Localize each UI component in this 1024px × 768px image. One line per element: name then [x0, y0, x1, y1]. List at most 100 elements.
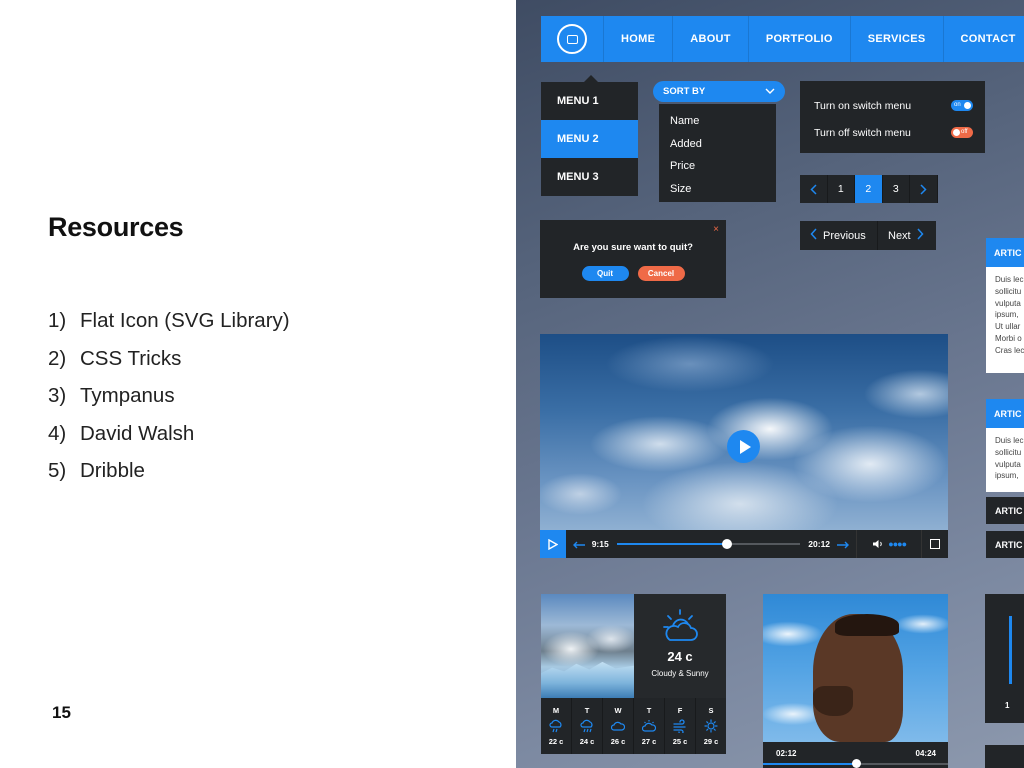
- quit-dialog: × Are you sure want to quit? Quit Cancel: [540, 220, 726, 298]
- sun-icon: [696, 719, 726, 735]
- chevron-right-icon: [920, 183, 927, 195]
- slide-title: Resources: [48, 212, 184, 242]
- seek-handle[interactable]: [721, 539, 732, 549]
- chevron-down-icon: [765, 86, 775, 97]
- cancel-button[interactable]: Cancel: [637, 266, 685, 281]
- nav-logo[interactable]: [541, 16, 603, 62]
- list-number: 1): [48, 309, 67, 332]
- sort-option-price[interactable]: Price: [659, 155, 776, 178]
- forecast-day-label: S: [708, 706, 714, 715]
- sort-by-select[interactable]: SORT BY: [653, 81, 785, 102]
- article-collapsed[interactable]: ARTIC: [986, 531, 1024, 558]
- sort-option-name[interactable]: Name: [659, 110, 776, 133]
- forecast-day[interactable]: W 26 c: [603, 698, 634, 754]
- seek-fill: [616, 543, 727, 545]
- forecast-day[interactable]: T 24 c: [572, 698, 603, 754]
- page-button-3[interactable]: 3: [882, 175, 910, 203]
- toggle-state: off: [961, 129, 968, 135]
- menu-item-2[interactable]: MENU 2: [541, 120, 638, 158]
- current-temperature: 24 c: [667, 649, 693, 664]
- quit-button[interactable]: Quit: [581, 266, 629, 281]
- page-next-button[interactable]: [910, 175, 938, 203]
- slider-label: 1: [985, 689, 1024, 723]
- resource-label: Tympanus: [80, 384, 175, 407]
- article-text: Morbi o: [995, 333, 1022, 343]
- sort-option-added[interactable]: Added: [659, 133, 776, 156]
- page-number: 15: [52, 703, 71, 722]
- music-controls: 02:12 04:24: [763, 742, 948, 768]
- dialog-question: Are you sure want to quit?: [573, 242, 693, 253]
- seek-fill: [763, 763, 856, 765]
- article-text: Cras lec: [995, 345, 1024, 355]
- video-player: 9:15 20:12 ●●●●: [540, 334, 948, 558]
- forecast-day[interactable]: S 29 c: [696, 698, 726, 754]
- switch-label: Turn off switch menu: [814, 126, 911, 139]
- chat-ring-icon: [557, 24, 587, 54]
- nav-item-about[interactable]: ABOUT: [672, 16, 748, 62]
- previous-label: Previous: [823, 229, 866, 242]
- article-text: sollicitu: [995, 447, 1022, 457]
- forecast-temp: 25 c: [672, 737, 688, 746]
- article-text: ipsum,: [995, 310, 1019, 320]
- nav-item-contact[interactable]: CONTACT: [942, 16, 1024, 62]
- music-seek-bar[interactable]: [763, 759, 948, 768]
- sort-by-label: SORT BY: [663, 86, 706, 97]
- sort-option-size[interactable]: Size: [659, 178, 776, 201]
- article-collapsed[interactable]: ARTIC: [986, 497, 1024, 524]
- forecast-row: M 22 c T 24 c W 26 c T 27 c F 25 c S 29 …: [541, 698, 726, 754]
- nav-item-services[interactable]: SERVICES: [849, 16, 943, 62]
- article-card: ARTIC Duis lec sollicitu vulputa ipsum,: [986, 399, 1024, 492]
- article-card: ARTIC Duis lec sollicitu vulputa ipsum, …: [986, 238, 1024, 373]
- vertical-slider[interactable]: [985, 594, 1024, 689]
- forecast-day[interactable]: M 22 c: [541, 698, 572, 754]
- list-item: 3) Tympanus: [48, 382, 290, 420]
- widget-block: [985, 745, 1024, 768]
- article-header[interactable]: ARTIC: [986, 238, 1024, 267]
- page-button-1[interactable]: 1: [827, 175, 855, 203]
- pagination: 1 2 3: [800, 175, 938, 203]
- nav-item-portfolio[interactable]: PORTFOLIO: [747, 16, 850, 62]
- volume-control[interactable]: ●●●●: [856, 530, 923, 558]
- article-text: sollicitu: [995, 286, 1022, 296]
- forward-icon[interactable]: [836, 537, 850, 552]
- toggle-switch-off[interactable]: off: [951, 127, 973, 138]
- menu-item-3[interactable]: MENU 3: [541, 158, 638, 196]
- page-button-2[interactable]: 2: [855, 175, 883, 203]
- nav-item-home[interactable]: HOME: [603, 16, 672, 62]
- previous-button[interactable]: Previous: [800, 221, 878, 250]
- article-header[interactable]: ARTIC: [986, 399, 1024, 428]
- current-time: 02:12: [776, 749, 797, 758]
- rewind-icon[interactable]: [572, 537, 586, 552]
- glacier-photo: [541, 594, 634, 698]
- seek-handle[interactable]: [851, 759, 861, 768]
- article-text: Duis lec: [995, 436, 1024, 445]
- list-number: 5): [48, 459, 67, 482]
- forecast-temp: 22 c: [548, 737, 564, 746]
- play-button[interactable]: [540, 530, 566, 558]
- list-number: 4): [48, 421, 67, 445]
- forecast-day[interactable]: F 25 c: [665, 698, 696, 754]
- page-prev-button[interactable]: [800, 175, 828, 203]
- fullscreen-icon: [930, 539, 941, 549]
- wind-icon: [665, 719, 695, 735]
- weather-condition: Cloudy & Sunny: [651, 669, 709, 678]
- next-button[interactable]: Next: [878, 221, 936, 250]
- forecast-temp: 29 c: [703, 737, 719, 746]
- video-seek-bar[interactable]: [616, 539, 801, 549]
- slider-rail: [1009, 616, 1012, 684]
- forecast-day-label: F: [677, 706, 683, 715]
- resource-list: 1) Flat Icon (SVG Library) 2) CSS Tricks 3…: [48, 307, 290, 495]
- resource-label: CSS Tricks: [80, 346, 182, 370]
- resource-label: Dribble: [80, 459, 145, 482]
- forecast-day[interactable]: T 27 c: [634, 698, 665, 754]
- close-icon[interactable]: ×: [713, 224, 719, 235]
- play-icon[interactable]: [727, 430, 760, 463]
- weather-widget: 24 c Cloudy & Sunny M 22 c T 24 c W 26 c…: [541, 594, 726, 754]
- fullscreen-button[interactable]: [922, 530, 948, 558]
- menu-item-1[interactable]: MENU 1: [541, 82, 638, 120]
- cloud-icon: [603, 719, 633, 735]
- toggle-switch-on[interactable]: on: [951, 100, 973, 111]
- prev-next-nav: Previous Next: [800, 221, 936, 250]
- list-number: 3): [48, 384, 67, 407]
- forecast-day-label: T: [584, 706, 590, 715]
